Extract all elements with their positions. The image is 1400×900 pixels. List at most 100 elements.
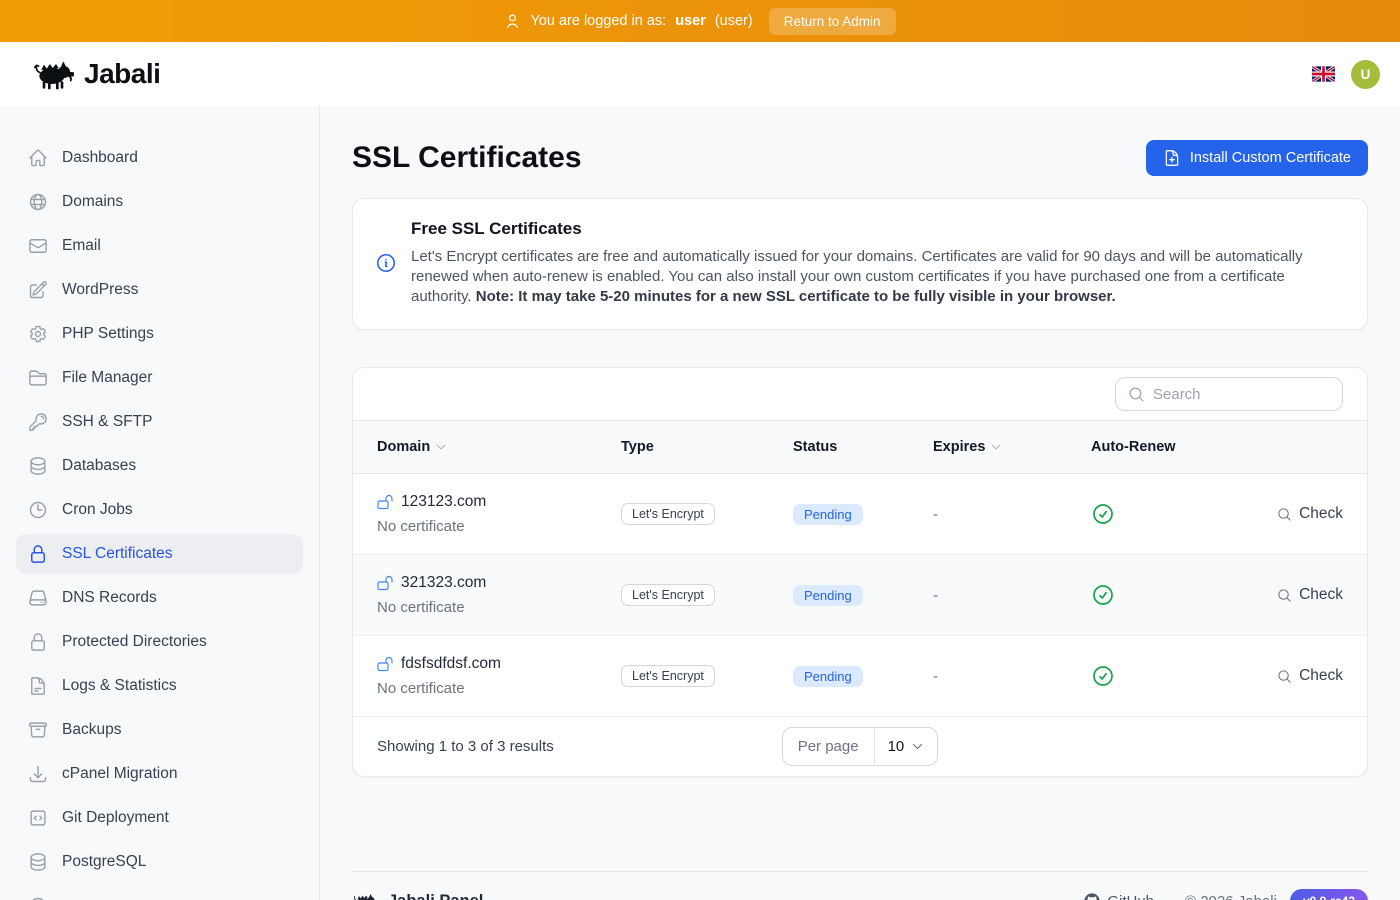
certificate-status-text: No certificate [377,680,621,697]
database-icon [28,456,48,476]
sidebar-item-domains[interactable]: Domains [16,182,303,222]
sort-chevron-down-icon [990,441,1002,453]
sidebar-item-git-deployment[interactable]: Git Deployment [16,798,303,838]
lock-open-icon [377,494,393,510]
pagination-row: Showing 1 to 3 of 3 results Per page 10 [353,717,1367,776]
server-icon [28,588,48,608]
footer: Jabali Panel GitHub · © 2026 Jabali v0.9… [352,871,1368,900]
sidebar-item-backups[interactable]: Backups [16,710,303,750]
check-certificate-button[interactable]: Check [1277,667,1343,685]
sidebar-item-wordpress[interactable]: WordPress [16,270,303,310]
check-certificate-button[interactable]: Check [1277,505,1343,523]
code-bracket-square-icon [28,808,48,828]
brand-logo[interactable]: Jabali [32,58,160,90]
column-header-type: Type [621,439,793,455]
logged-in-role: (user) [715,13,753,29]
sidebar-item-label: WordPress [62,281,138,299]
status-badge: Pending [793,666,863,687]
sidebar-item-cpanel-migration[interactable]: cPanel Migration [16,754,303,794]
sidebar-item-dns-records[interactable]: DNS Records [16,578,303,618]
globe-icon [28,192,48,212]
archive-box-icon [28,720,48,740]
lock-closed-icon [28,632,48,652]
user-avatar[interactable]: U [1351,60,1380,89]
footer-brand-name: Jabali Panel [388,892,483,900]
column-header-expires[interactable]: Expires [933,439,1091,455]
sidebar-item-file-manager[interactable]: File Manager [16,358,303,398]
circle-icon [28,896,48,900]
sidebar-item-label: SSH & SFTP [62,413,152,431]
brand-name: Jabali [84,58,160,90]
info-box-title: Free SSL Certificates [411,219,1343,239]
sidebar-item-php-settings[interactable]: PHP Settings [16,314,303,354]
sidebar-item-label: File Manager [62,369,152,387]
check-certificate-button[interactable]: Check [1277,586,1343,604]
user-icon [504,13,521,30]
expires-value: - [933,668,1091,685]
impersonation-bar: You are logged in as: user (user) Return… [0,0,1400,42]
sidebar-item-dashboard[interactable]: Dashboard [16,138,303,178]
footer-copyright: © 2026 Jabali [1185,893,1277,900]
sidebar-item-cron-jobs[interactable]: Cron Jobs [16,490,303,530]
search-icon [1128,386,1145,403]
document-text-icon [28,676,48,696]
sidebar-item-item[interactable] [16,886,303,900]
pencil-square-icon [28,280,48,300]
key-icon [28,412,48,432]
sidebar-item-label: PHP Settings [62,325,154,343]
logged-in-username: user [675,13,706,29]
info-box-body: Let's Encrypt certificates are free and … [411,247,1343,307]
domain-cell: 321323.comNo certificate [377,574,621,616]
sidebar-item-logs-statistics[interactable]: Logs & Statistics [16,666,303,706]
table-header-row: DomainTypeStatusExpiresAuto-Renew [353,420,1367,474]
type-badge: Let's Encrypt [621,503,715,525]
search-box [1115,377,1343,411]
chevron-down-icon [911,740,924,753]
search-icon [1277,588,1292,603]
sidebar-item-ssl-certificates[interactable]: SSL Certificates [16,534,303,574]
home-icon [28,148,48,168]
sidebar-item-protected-directories[interactable]: Protected Directories [16,622,303,662]
per-page-label: Per page [783,728,875,765]
logged-in-text: You are logged in as: [530,13,666,29]
column-header-domain[interactable]: Domain [377,439,621,455]
table-row: 321323.comNo certificateLet's EncryptPen… [353,555,1367,636]
uk-flag-icon[interactable] [1312,66,1335,82]
sort-chevron-down-icon [435,441,447,453]
column-header-auto-renew: Auto-Renew [1091,439,1241,455]
page-title: SSL Certificates [352,141,582,175]
sidebar-item-label: Email [62,237,101,255]
table-row: fdsfsdfdsf.comNo certificateLet's Encryp… [353,636,1367,717]
sidebar: Dashboard Domains Email WordPress PHP Settin… [0,106,320,900]
per-page-select[interactable]: 10 [875,728,938,765]
sidebar-item-label: Databases [62,457,136,475]
github-icon [1084,893,1100,900]
sidebar-item-label: cPanel Migration [62,765,177,783]
domain-cell: fdsfsdfdsf.comNo certificate [377,655,621,697]
pagination-summary: Showing 1 to 3 of 3 results [377,738,782,755]
sidebar-item-email[interactable]: Email [16,226,303,266]
sidebar-item-ssh-sftp[interactable]: SSH & SFTP [16,402,303,442]
free-ssl-info-box: Free SSL Certificates Let's Encrypt cert… [352,198,1368,330]
document-plus-icon [1163,149,1181,167]
domain-cell: 123123.comNo certificate [377,493,621,535]
lock-open-icon [377,575,393,591]
info-circle-icon [375,252,397,274]
sidebar-item-databases[interactable]: Databases [16,446,303,486]
lock-closed-icon [28,544,48,564]
install-custom-certificate-button[interactable]: Install Custom Certificate [1146,140,1368,176]
clock-icon [28,500,48,520]
search-input[interactable] [1153,386,1352,403]
sidebar-item-label: Logs & Statistics [62,677,177,695]
version-badge: v0.9-rc42 [1290,889,1368,900]
sidebar-item-label: PostgreSQL [62,853,146,871]
status-badge: Pending [793,504,863,525]
type-badge: Let's Encrypt [621,665,715,687]
sidebar-item-label: SSL Certificates [62,545,173,563]
expires-value: - [933,587,1091,604]
sidebar-item-label: Domains [62,193,123,211]
github-link[interactable]: GitHub [1084,893,1154,900]
return-to-admin-button[interactable]: Return to Admin [769,8,896,35]
sidebar-item-postgresql[interactable]: PostgreSQL [16,842,303,882]
info-box-note: Note: It may take 5-20 minutes for a new… [476,288,1116,305]
